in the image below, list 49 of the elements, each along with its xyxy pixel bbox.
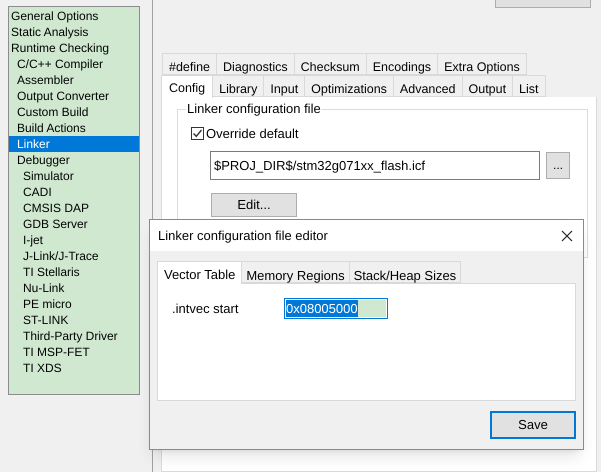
tree-item[interactable]: General Options — [9, 8, 139, 24]
checkbox-label: Override default — [206, 125, 298, 143]
tree-item[interactable]: Debugger — [9, 152, 139, 168]
tab[interactable]: Stack/Heap Sizes — [350, 261, 462, 283]
tab[interactable]: Config — [161, 75, 214, 98]
tab[interactable]: Extra Options — [438, 53, 527, 75]
tree-item[interactable]: Custom Build — [9, 104, 139, 120]
tab[interactable]: Input — [264, 75, 306, 97]
group-title: Linker configuration file — [186, 101, 322, 117]
browse-button[interactable]: ... — [546, 152, 570, 178]
tree-item[interactable]: TI Stellaris — [9, 264, 139, 280]
tab[interactable]: Output — [462, 75, 514, 97]
dialog-title: Linker configuration file editor — [158, 226, 328, 245]
tree-item[interactable]: Output Converter — [9, 88, 139, 104]
address-field[interactable]: 0x08005000 — [284, 298, 388, 319]
edit-button[interactable]: Edit... — [211, 192, 297, 216]
path-field[interactable]: $PROJ_DIR$/stm32g071xx_flash.icf — [210, 150, 540, 180]
field-label: .intvec start — [172, 300, 240, 318]
tree-item[interactable]: ST-LINK — [9, 312, 139, 328]
tree-item[interactable]: Static Analysis — [9, 24, 139, 40]
save-button[interactable]: Save — [490, 411, 576, 439]
tab[interactable]: #define — [162, 53, 218, 75]
checkbox[interactable] — [191, 127, 204, 140]
tree-item[interactable]: CMSIS DAP — [9, 200, 139, 216]
tab[interactable]: Advanced — [394, 75, 463, 97]
close-icon[interactable] — [561, 230, 573, 242]
tree-item[interactable]: J-Link/J-Trace — [9, 248, 139, 264]
tab[interactable]: Encodings — [366, 53, 438, 75]
tree-item[interactable]: PE micro — [9, 296, 139, 312]
tree-item[interactable]: C/C++ Compiler — [9, 56, 139, 72]
tree-item[interactable]: I-jet — [9, 232, 139, 248]
tree-item[interactable]: CADI — [9, 184, 139, 200]
tree-item[interactable]: Assembler — [9, 72, 139, 88]
tab[interactable]: Memory Regions — [242, 261, 350, 283]
tab[interactable]: Vector Table — [157, 261, 242, 284]
tab[interactable]: Diagnostics — [217, 53, 295, 75]
tree-item[interactable]: Build Actions — [9, 120, 139, 136]
tree-item[interactable]: GDB Server — [9, 216, 139, 232]
tree-item[interactable]: Third-Party Driver — [9, 328, 139, 344]
tree-item[interactable]: TI XDS — [9, 360, 139, 376]
tree-item[interactable]: Nu-Link — [9, 280, 139, 296]
tab[interactable]: Checksum — [294, 53, 367, 75]
tree-item[interactable]: Simulator — [9, 168, 139, 184]
tree-item[interactable]: TI MSP-FET — [9, 344, 139, 360]
tab[interactable]: Library — [213, 75, 264, 97]
tree-item[interactable]: Linker — [9, 136, 139, 152]
tab[interactable]: List — [513, 75, 546, 97]
tab[interactable]: Optimizations — [305, 75, 394, 97]
tree-item[interactable]: Runtime Checking — [9, 40, 139, 56]
